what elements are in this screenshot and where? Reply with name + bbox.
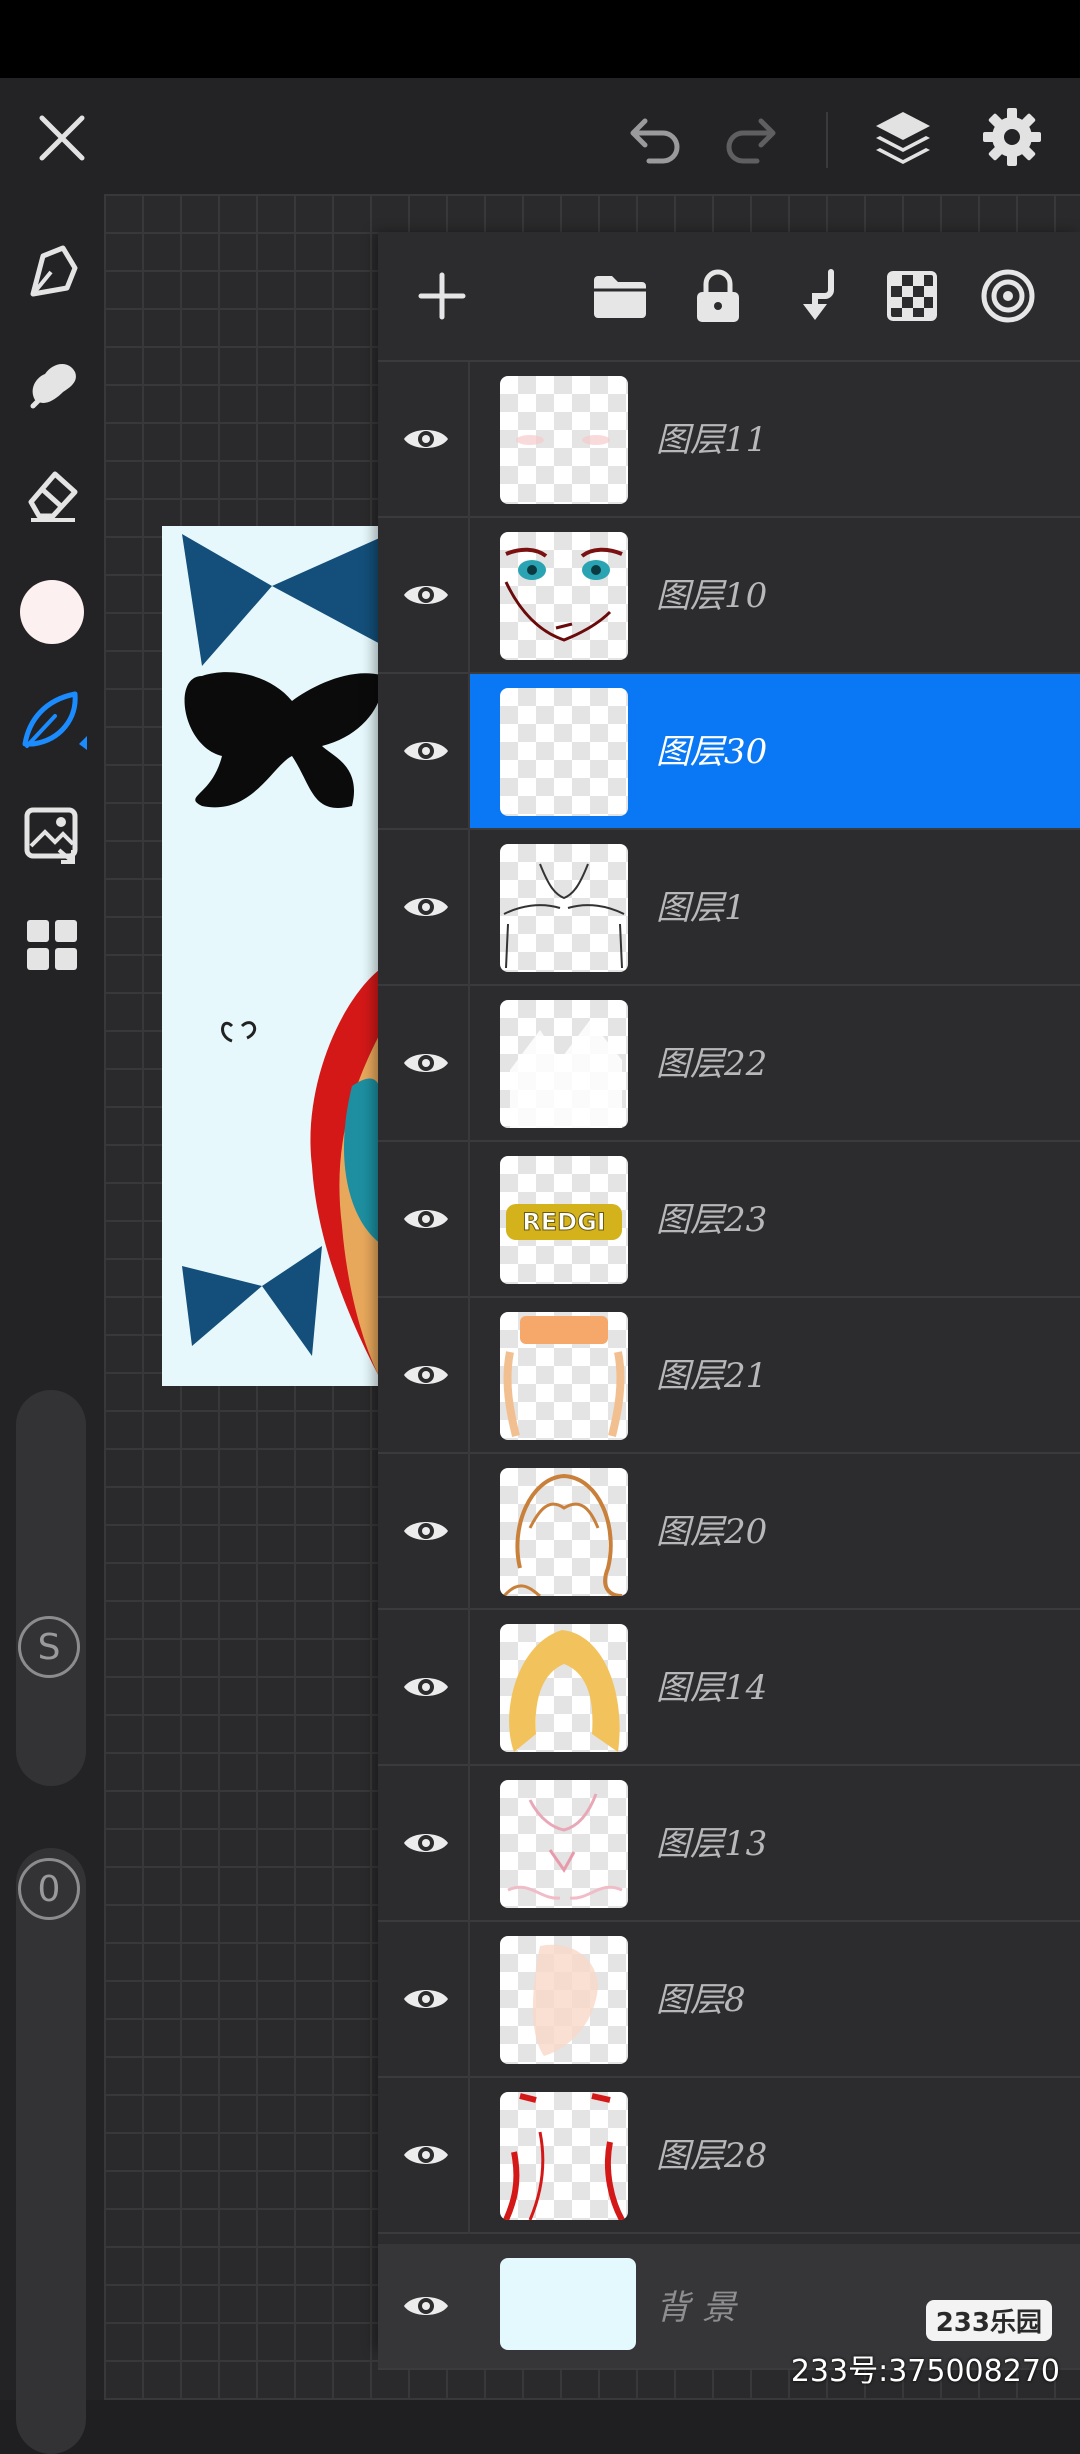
row-separator	[468, 2078, 470, 2234]
layer-thumbnail[interactable]	[500, 844, 628, 972]
layer-thumbnail[interactable]: REDGI	[500, 1156, 628, 1284]
eye-icon[interactable]	[396, 1657, 456, 1717]
eye-icon[interactable]	[396, 1969, 456, 2029]
eye-icon[interactable]	[396, 2276, 456, 2336]
layer-thumbnail[interactable]	[500, 532, 628, 660]
row-separator	[468, 1922, 470, 2078]
eye-icon[interactable]	[396, 1189, 456, 1249]
watermark-id: 233号:375008270	[790, 2354, 1060, 2389]
layer-row[interactable]: 图层10	[378, 518, 1080, 674]
layer-row[interactable]: 图层14	[378, 1610, 1080, 1766]
brush-size-slider[interactable]	[16, 1390, 86, 1786]
transparency-icon[interactable]	[880, 264, 944, 328]
eye-icon[interactable]	[396, 1813, 456, 1873]
layer-thumbnail[interactable]	[500, 1000, 628, 1128]
folder-icon[interactable]	[588, 264, 652, 328]
layer-thumbnail[interactable]	[500, 2258, 636, 2350]
layer-thumbnail[interactable]	[500, 688, 628, 816]
target-icon[interactable]	[976, 264, 1040, 328]
row-separator	[468, 1610, 470, 1766]
eye-icon[interactable]	[396, 877, 456, 937]
layer-name: 图层8	[656, 1980, 746, 2020]
eye-icon[interactable]	[396, 1033, 456, 1093]
eye-icon[interactable]	[396, 1501, 456, 1561]
ink-brush-icon[interactable]	[16, 684, 92, 758]
layer-thumbnail[interactable]	[500, 1780, 628, 1908]
row-separator	[468, 1766, 470, 1922]
row-separator	[468, 362, 470, 518]
opacity-badge[interactable]: 0	[18, 1858, 80, 1920]
layer-name: 图层23	[656, 1200, 768, 1240]
divider	[826, 112, 828, 168]
row-separator	[468, 830, 470, 986]
eye-icon[interactable]	[396, 721, 456, 781]
layer-row[interactable]: 图层20	[378, 1454, 1080, 1610]
layer-row[interactable]: 图层30	[378, 674, 1080, 830]
layer-row[interactable]: 图层11	[378, 362, 1080, 518]
redo-icon[interactable]	[716, 106, 786, 172]
pen-icon[interactable]	[18, 238, 86, 304]
row-separator	[468, 518, 470, 674]
merge-down-icon[interactable]	[784, 264, 848, 328]
layer-thumbnail[interactable]	[500, 1624, 628, 1752]
lock-icon[interactable]	[686, 264, 750, 328]
add-layer-icon[interactable]	[410, 264, 474, 328]
eye-icon[interactable]	[396, 409, 456, 469]
layer-name: 图层20	[656, 1512, 768, 1552]
layer-thumbnail[interactable]	[500, 1468, 628, 1596]
layers-panel: 图层11 图层10 图层30 图层1 图层22 REDGI 图层23 图层21 图层20 图层14…	[378, 232, 1080, 2370]
layer-row[interactable]: 图层13	[378, 1766, 1080, 1922]
artwork-canvas[interactable]	[162, 526, 384, 1386]
svg-text:REDGI: REDGI	[522, 1208, 605, 1236]
eye-icon[interactable]	[396, 2125, 456, 2185]
layer-row[interactable]: 图层22	[378, 986, 1080, 1142]
layer-thumbnail[interactable]	[500, 1936, 628, 2064]
grid-icon[interactable]	[18, 912, 86, 978]
layer-name: 背景	[656, 2288, 748, 2328]
layer-name: 图层11	[656, 420, 768, 460]
layer-name: 图层1	[656, 888, 746, 928]
layer-row[interactable]: 图层8	[378, 1922, 1080, 2078]
layer-thumbnail[interactable]	[500, 376, 628, 504]
eye-icon[interactable]	[396, 1345, 456, 1405]
layer-row[interactable]: REDGI 图层23	[378, 1142, 1080, 1298]
layers-icon[interactable]	[868, 102, 938, 172]
row-separator	[468, 1142, 470, 1298]
settings-icon[interactable]	[976, 102, 1048, 172]
undo-icon[interactable]	[620, 106, 690, 172]
layer-name: 图层28	[656, 2136, 768, 2176]
image-import-icon[interactable]	[18, 802, 86, 868]
layer-name: 图层21	[656, 1356, 768, 1396]
layer-row[interactable]: 图层28	[378, 2078, 1080, 2234]
layer-name: 图层10	[656, 576, 768, 616]
eye-icon[interactable]	[396, 565, 456, 625]
color-swatch[interactable]	[20, 580, 84, 644]
layer-thumbnail[interactable]	[500, 2092, 628, 2220]
watermark-logo: 233乐园	[925, 2300, 1052, 2341]
size-badge[interactable]: S	[18, 1616, 80, 1678]
smudge-icon[interactable]	[18, 350, 86, 416]
status-bar	[0, 0, 1080, 78]
layer-name: 图层13	[656, 1824, 768, 1864]
layer-row[interactable]: 图层21	[378, 1298, 1080, 1454]
eraser-icon[interactable]	[18, 462, 86, 528]
row-separator	[468, 986, 470, 1142]
top-bar	[0, 78, 1080, 194]
layers-toolbar	[378, 232, 1080, 362]
layer-name: 图层30	[656, 732, 768, 772]
row-separator	[468, 1454, 470, 1610]
layer-row[interactable]: 图层1	[378, 830, 1080, 986]
layer-name: 图层22	[656, 1044, 768, 1084]
left-toolbar: S 0	[0, 194, 104, 2454]
layer-thumbnail[interactable]	[500, 1312, 628, 1440]
row-separator	[468, 674, 470, 830]
layer-name: 图层14	[656, 1668, 768, 1708]
close-icon[interactable]	[28, 104, 96, 172]
brush-opacity-slider[interactable]	[16, 1848, 86, 2454]
row-separator	[468, 1298, 470, 1454]
